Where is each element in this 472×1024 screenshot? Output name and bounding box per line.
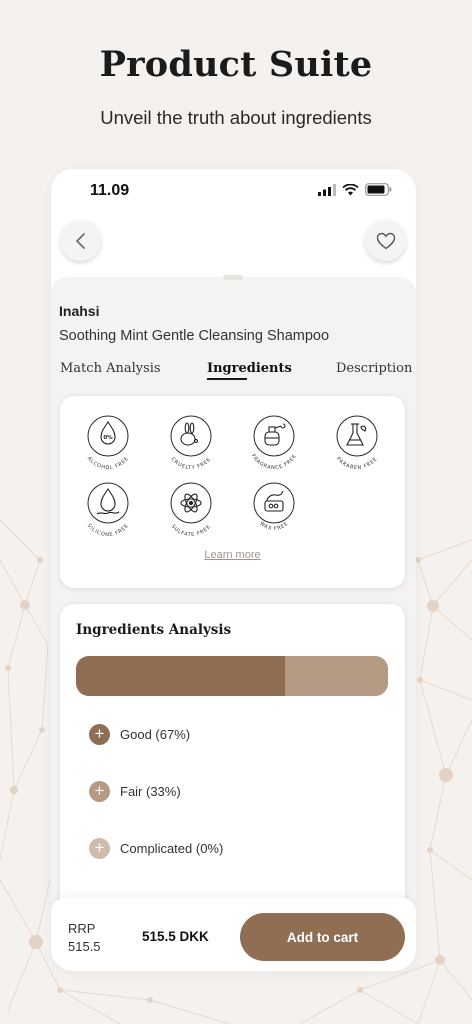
learn-more-link[interactable]: Learn more [60, 549, 405, 561]
paraben-free-badge: PARABEN FREE [335, 415, 379, 471]
product-brand: Inahsi [59, 303, 100, 319]
svg-text:SILICONE FREE: SILICONE FREE [86, 523, 130, 538]
svg-text:WAX FREE: WAX FREE [258, 521, 289, 532]
analysis-bar [76, 656, 388, 696]
svg-text:ALCOHOL FREE: ALCOHOL FREE [86, 456, 130, 471]
favorite-button[interactable] [365, 220, 406, 261]
svg-text:PARABEN FREE: PARABEN FREE [335, 456, 379, 471]
badge-label: ALCOHOL FREE [86, 456, 130, 471]
legend-complicated[interactable]: + Complicated (0%) [89, 838, 223, 859]
badge-label: WAX FREE [258, 521, 289, 532]
badge-label: PARABEN FREE [335, 456, 378, 471]
hero-title: Product Suite [99, 44, 373, 85]
fragrance-free-badge: FRAGRANCE FREE [250, 415, 297, 471]
status-time: 11.09 [90, 182, 130, 199]
plus-icon[interactable]: + [89, 724, 110, 745]
tab-description[interactable]: Description [336, 361, 412, 376]
ingredients-analysis-card: Ingredients Analysis + Good (67%) + Fair… [60, 604, 405, 934]
silicone-free-badge: SILICONE FREE [86, 482, 130, 538]
svg-text:CRUELTY FREE: CRUELTY FREE [169, 456, 212, 471]
rrp-label: RRP [68, 921, 96, 936]
heart-icon [376, 232, 395, 249]
svg-text:0%: 0% [103, 435, 113, 441]
legend-fair[interactable]: + Fair (33%) [89, 781, 181, 802]
badge-label: SULFATE FREE [170, 524, 212, 538]
active-tab-indicator [207, 378, 247, 380]
status-icons [318, 183, 392, 196]
plus-icon[interactable]: + [89, 838, 110, 859]
drop-zero-percent-icon: 0% [100, 421, 116, 445]
product-sheet: Inahsi Soothing Mint Gentle Cleansing Sh… [51, 275, 416, 971]
atom-icon [180, 493, 202, 513]
badge-label: CRUELTY FREE [169, 456, 211, 471]
silicone-drop-icon [96, 488, 120, 515]
legend-label: Fair (33%) [120, 784, 181, 799]
legend-good[interactable]: + Good (67%) [89, 724, 190, 745]
battery-icon [365, 183, 392, 196]
wifi-icon [342, 183, 359, 195]
free-from-card: 0% ALCOHOL FREE CRUELTY FREE FRAGRANCE F… [60, 396, 405, 588]
svg-text:SULFATE FREE: SULFATE FREE [170, 524, 213, 538]
add-to-cart-button[interactable]: Add to cart [240, 913, 405, 961]
purchase-bar: RRP 515.5 515.5 DKK Add to cart [51, 898, 416, 971]
tab-ingredients[interactable]: Ingredients [207, 361, 292, 376]
alcohol-free-badge: 0% ALCOHOL FREE [86, 415, 130, 471]
cruelty-free-badge: CRUELTY FREE [169, 415, 212, 471]
chevron-left-icon [75, 232, 85, 249]
price: 515.5 DKK [142, 929, 209, 944]
analysis-bar-segment [285, 656, 388, 696]
legend-label: Complicated (0%) [120, 841, 224, 856]
plus-icon[interactable]: + [89, 781, 110, 802]
back-button[interactable] [60, 220, 101, 261]
rabbit-icon [180, 422, 199, 446]
analysis-bar-segment [76, 656, 286, 696]
analysis-title: Ingredients Analysis [76, 622, 232, 638]
wax-jar-icon [264, 490, 284, 512]
perfume-bottle-icon [264, 423, 286, 446]
sulfate-free-badge: SULFATE FREE [170, 482, 213, 538]
flask-icon [346, 423, 367, 446]
product-name: Soothing Mint Gentle Cleansing Shampoo [59, 328, 330, 344]
rrp: RRP 515.5 [68, 920, 101, 956]
signal-icon [318, 183, 336, 196]
phone-screen: 11.09 Inahsi Soothing Mint Gentle Cleans… [51, 169, 416, 971]
wax-free-badge: WAX FREE [253, 482, 295, 532]
badge-label: SILICONE FREE [86, 523, 130, 538]
drag-handle[interactable] [223, 275, 243, 280]
legend-label: Good (67%) [120, 727, 191, 742]
hero-subtitle: Unveil the truth about ingredients [100, 107, 372, 128]
rrp-value: 515.5 [68, 939, 101, 954]
tab-match-analysis[interactable]: Match Analysis [60, 361, 161, 376]
